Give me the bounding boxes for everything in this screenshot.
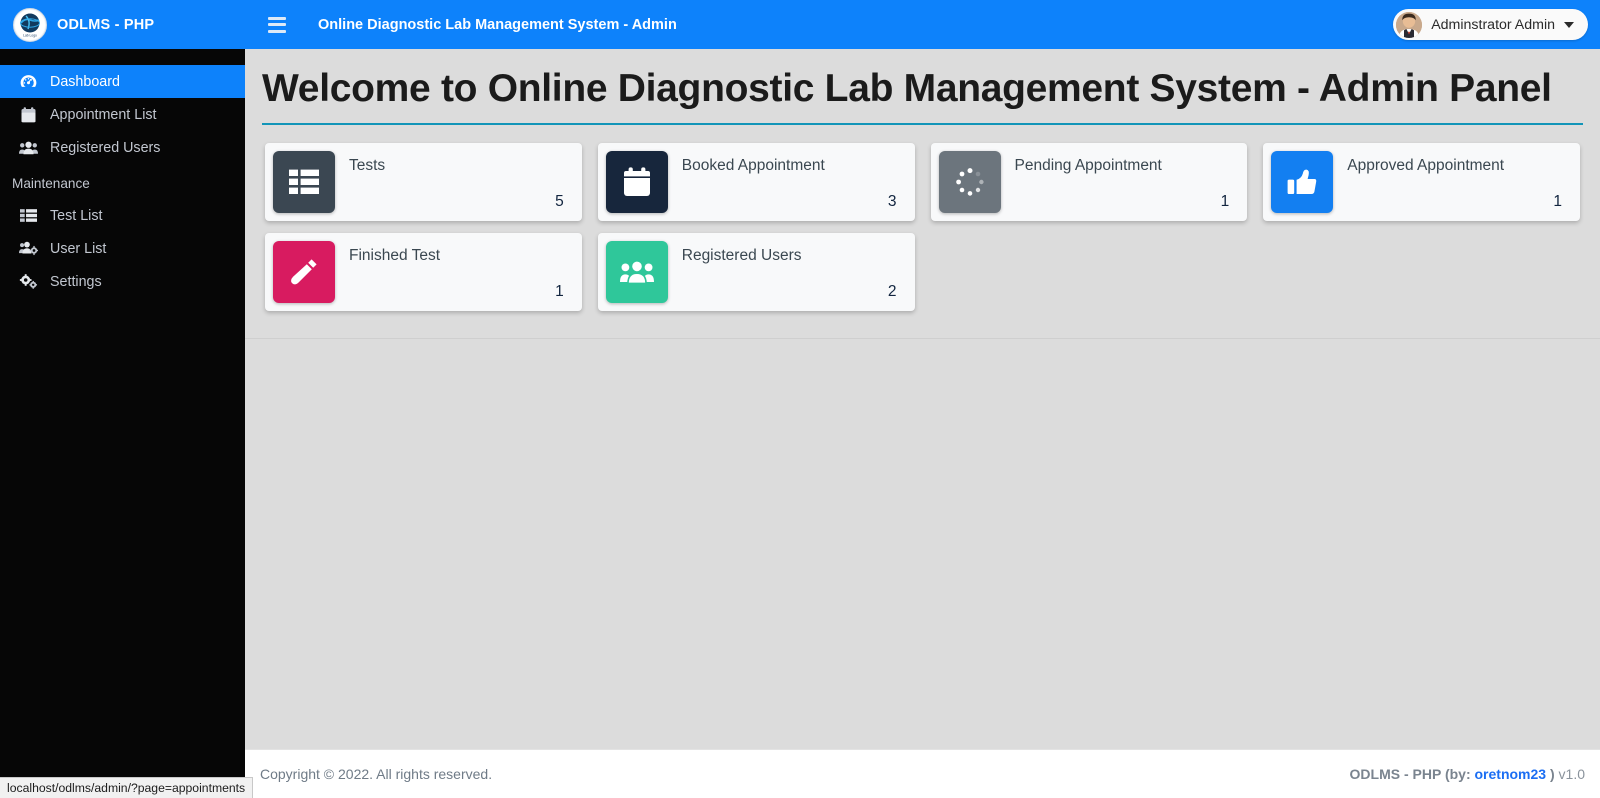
stat-card-body: Booked Appointment 3 [668, 151, 907, 213]
stat-card-value: 1 [1553, 193, 1562, 210]
hamburger-icon[interactable] [268, 16, 286, 33]
main-content: Welcome to Online Diagnostic Lab Managem… [245, 49, 1600, 749]
sidebar-item-label: Settings [50, 273, 102, 290]
stat-card-booked-appointment[interactable]: Booked Appointment 3 [597, 143, 915, 221]
sidebar-item-test-list[interactable]: Test List [0, 199, 245, 232]
sidebar-item-label: Test List [50, 207, 103, 224]
stat-card-col: Pending Appointment 1 [923, 137, 1256, 227]
sidebar-item-dashboard[interactable]: Dashboard [0, 65, 245, 98]
sidebar-section-maintenance: Maintenance [12, 176, 90, 191]
status-bar-url: localhost/odlms/admin/?page=appointments [7, 781, 246, 795]
stat-card-body: Pending Appointment 1 [1001, 151, 1240, 213]
thumbs-up-icon [1271, 151, 1334, 213]
stat-card-label: Registered Users [681, 247, 802, 264]
stat-cards-grid: Tests 5 Booked Appointment 3 Pending App… [245, 125, 1600, 317]
user-menu-button[interactable]: Adminstrator Admin [1393, 9, 1588, 40]
stat-card-value: 3 [887, 193, 897, 210]
stat-card-registered-users[interactable]: Registered Users 2 [597, 233, 915, 311]
stat-card-body: Finished Test 1 [335, 241, 574, 303]
browser-status-bar: localhost/odlms/admin/?page=appointments [0, 777, 254, 798]
footer-credit: ODLMS - PHP (by: oretnom23 ) v1.0 [1350, 766, 1585, 782]
users-cog-icon [18, 240, 38, 258]
stat-card-col: Registered Users 2 [590, 227, 923, 317]
stat-card-label: Pending Appointment [1014, 157, 1162, 174]
stat-card-col: Booked Appointment 3 [590, 137, 923, 227]
footer-credit-suffix: ) [1546, 766, 1555, 782]
user-name-label: Adminstrator Admin [1431, 16, 1555, 33]
content-bottom-divider [245, 338, 1600, 339]
stat-card-col: Approved Appointment 1 [1255, 137, 1588, 227]
sidebar-item-label: User List [50, 240, 107, 257]
sidebar-item-label: Appointment List [50, 106, 157, 123]
lab-globe-logo-icon: Lab Logo [13, 7, 47, 42]
stat-card-label: Tests [349, 157, 386, 174]
sidebar-item-user-list[interactable]: User List [0, 232, 245, 265]
user-avatar-icon [1396, 11, 1423, 38]
calendar-icon [18, 106, 38, 124]
stat-card-body: Registered Users 2 [668, 241, 907, 303]
sidebar: Lab Logo ODLMS - PHP Dashboard Appointme… [0, 0, 245, 798]
footer-credit-prefix: ODLMS - PHP (by: [1349, 766, 1475, 782]
topbar-title: Online Diagnostic Lab Management System … [318, 16, 677, 33]
stat-card-value: 2 [887, 283, 897, 300]
page-title: Welcome to Online Diagnostic Lab Managem… [262, 67, 1552, 110]
cogs-icon [18, 273, 38, 291]
stat-card-label: Approved Appointment [1347, 157, 1505, 174]
sidebar-item-settings[interactable]: Settings [0, 265, 245, 298]
footer-copyright: Copyright © 2022. All rights reserved. [260, 766, 493, 782]
stat-card-finished-test[interactable]: Finished Test 1 [265, 233, 582, 311]
footer-author-link[interactable]: oretnom23 [1475, 766, 1547, 782]
users-icon [18, 139, 38, 157]
top-navbar: Online Diagnostic Lab Management System … [245, 0, 1600, 49]
caret-down-icon [1564, 21, 1574, 28]
admin-dashboard-page: Lab Logo ODLMS - PHP Dashboard Appointme… [0, 0, 1600, 798]
brand-header[interactable]: Lab Logo ODLMS - PHP [0, 0, 245, 49]
th-list-icon [273, 151, 335, 213]
stat-card-col: Finished Test 1 [257, 227, 590, 317]
th-list-icon [18, 207, 38, 225]
stat-card-label: Finished Test [349, 247, 441, 264]
stat-card-body: Approved Appointment 1 [1333, 151, 1572, 213]
sidebar-item-appointment-list[interactable]: Appointment List [0, 98, 245, 131]
stat-card-approved-appointment[interactable]: Approved Appointment 1 [1263, 143, 1580, 221]
tachometer-dashboard-icon [18, 73, 38, 91]
stat-card-label: Booked Appointment [681, 157, 825, 174]
users-icon [605, 241, 668, 303]
stat-card-value: 1 [555, 283, 564, 300]
stat-card-value: 1 [1220, 193, 1230, 210]
sidebar-nav: Dashboard Appointment List Registered Us… [0, 49, 245, 298]
sidebar-item-registered-users[interactable]: Registered Users [0, 131, 245, 164]
stat-card-col: Tests 5 [257, 137, 590, 227]
stat-card-value: 5 [555, 193, 564, 210]
stat-card-body: Tests 5 [335, 151, 574, 213]
stat-card-pending-appointment[interactable]: Pending Appointment 1 [930, 143, 1248, 221]
footer: Copyright © 2022. All rights reserved. O… [245, 749, 1600, 798]
svg-text:Lab Logo: Lab Logo [23, 33, 37, 37]
footer-version: v1.0 [1554, 766, 1585, 782]
brand-title: ODLMS - PHP [57, 16, 155, 33]
spinner-icon [938, 151, 1001, 213]
calendar-icon [605, 151, 668, 213]
sidebar-item-label: Dashboard [50, 73, 120, 90]
stat-card-tests[interactable]: Tests 5 [265, 143, 582, 221]
vial-icon [273, 241, 335, 303]
sidebar-item-label: Registered Users [50, 139, 161, 156]
